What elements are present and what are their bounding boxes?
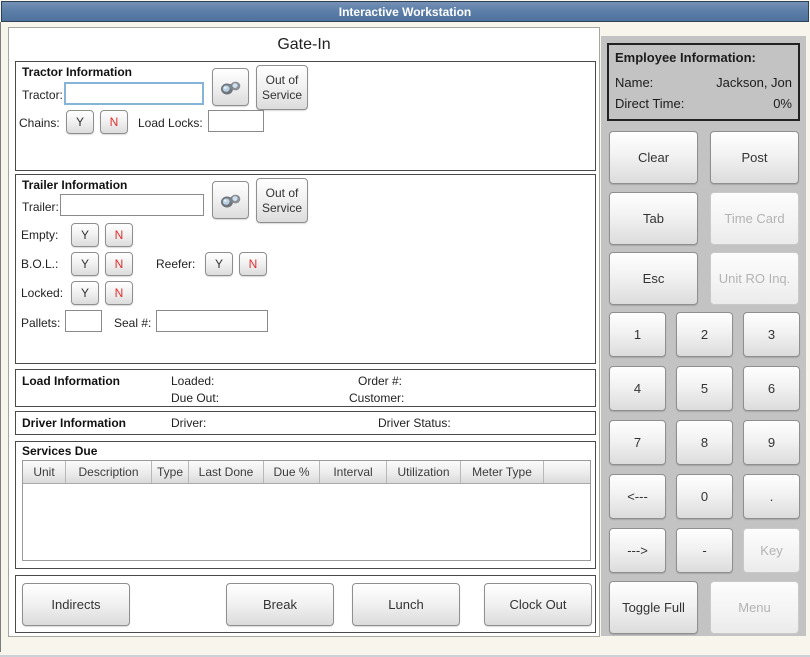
col-header-meter-type[interactable]: Meter Type	[461, 461, 544, 483]
toggle-full-button[interactable]: Toggle Full	[609, 581, 698, 634]
reefer-label: Reefer:	[156, 257, 195, 271]
num-0-button[interactable]: 0	[676, 474, 733, 519]
empty-label: Empty:	[21, 228, 58, 242]
num-4-button[interactable]: 4	[609, 366, 666, 411]
pallets-input[interactable]	[65, 310, 102, 332]
minus-button[interactable]: -	[676, 528, 733, 573]
chains-label: Chains:	[19, 116, 60, 130]
driver-info-section: Driver Information Driver: Driver Status…	[15, 411, 596, 435]
chains-yes-button[interactable]: Y	[66, 110, 94, 134]
num-7-button[interactable]: 7	[609, 420, 666, 465]
time-card-button: Time Card	[710, 192, 799, 245]
num-3-button[interactable]: 3	[743, 312, 800, 357]
bol-label: B.O.L.:	[21, 257, 58, 271]
trailer-search-button[interactable]	[212, 181, 249, 219]
title-bar: Interactive Workstation	[1, 1, 809, 22]
reefer-yes-button[interactable]: Y	[205, 252, 233, 276]
reefer-no-button[interactable]: N	[239, 252, 267, 276]
employee-name-label: Name:	[615, 75, 653, 90]
trailer-section-title: Trailer Information	[22, 178, 127, 192]
employee-name-value: Jackson, Jon	[716, 75, 792, 90]
col-header-unit[interactable]: Unit	[23, 461, 66, 483]
num-6-button[interactable]: 6	[743, 366, 800, 411]
col-header-utilization[interactable]: Utilization	[387, 461, 461, 483]
tractor-out-of-service-button[interactable]: Out of Service	[256, 65, 308, 110]
tractor-input[interactable]	[64, 82, 204, 105]
page-title: Gate-In	[9, 36, 599, 54]
decimal-button[interactable]: .	[743, 474, 800, 519]
col-header-filler	[544, 461, 590, 483]
order-label: Order #:	[358, 374, 402, 388]
services-table-header: Unit Description Type Last Done Due % In…	[23, 461, 590, 484]
direct-time-value: 0%	[773, 96, 792, 111]
backspace-button[interactable]: <---	[609, 474, 666, 519]
binoculars-icon	[219, 77, 243, 97]
col-header-description[interactable]: Description	[66, 461, 152, 483]
break-button[interactable]: Break	[226, 583, 334, 626]
seal-label: Seal #:	[114, 316, 151, 330]
trailer-section: Trailer Information Trailer: Out of Serv…	[15, 174, 596, 364]
employee-info-title: Employee Information:	[615, 50, 756, 65]
seal-input[interactable]	[156, 310, 268, 332]
customer-label: Customer:	[349, 391, 404, 405]
num-2-button[interactable]: 2	[676, 312, 733, 357]
col-header-due-pct[interactable]: Due %	[264, 461, 320, 483]
locked-no-button[interactable]: N	[105, 281, 133, 305]
load-locks-input[interactable]	[208, 110, 264, 132]
services-table-body	[23, 484, 590, 560]
chains-no-button[interactable]: N	[100, 110, 128, 134]
employee-info-box: Employee Information: Name: Jackson, Jon…	[607, 43, 800, 121]
locked-label: Locked:	[21, 286, 63, 300]
driver-label: Driver:	[171, 416, 206, 430]
col-header-interval[interactable]: Interval	[320, 461, 387, 483]
pallets-label: Pallets:	[21, 316, 60, 330]
trailer-input[interactable]	[60, 194, 204, 216]
num-5-button[interactable]: 5	[676, 366, 733, 411]
loaded-label: Loaded:	[171, 374, 214, 388]
tractor-section-title: Tractor Information	[22, 65, 132, 79]
tractor-search-button[interactable]	[212, 68, 249, 106]
menu-button: Menu	[710, 581, 799, 634]
indirects-button[interactable]: Indirects	[22, 583, 130, 626]
bol-yes-button[interactable]: Y	[71, 252, 99, 276]
load-locks-label: Load Locks:	[138, 116, 203, 130]
tractor-label: Tractor:	[22, 88, 63, 102]
num-8-button[interactable]: 8	[676, 420, 733, 465]
lunch-button[interactable]: Lunch	[352, 583, 460, 626]
trailer-out-of-service-button[interactable]: Out of Service	[256, 178, 308, 223]
window-title: Interactive Workstation	[339, 5, 471, 19]
load-info-title: Load Information	[22, 374, 120, 388]
binoculars-icon	[219, 190, 243, 210]
esc-button[interactable]: Esc	[609, 252, 698, 305]
empty-no-button[interactable]: N	[105, 223, 133, 247]
keypad-panel: Employee Information: Name: Jackson, Jon…	[601, 36, 806, 636]
window-left-border	[0, 22, 1, 652]
col-header-last-done[interactable]: Last Done	[189, 461, 264, 483]
load-info-section: Load Information Loaded: Order #: Due Ou…	[15, 369, 596, 407]
clear-button[interactable]: Clear	[609, 131, 698, 184]
direct-time-label: Direct Time:	[615, 96, 684, 111]
unit-ro-inq-button: Unit RO Inq.	[710, 252, 799, 305]
bottom-actions-bar: Indirects Break Lunch Clock Out	[15, 575, 596, 633]
post-button[interactable]: Post	[710, 131, 799, 184]
services-due-table: Unit Description Type Last Done Due % In…	[22, 460, 591, 561]
empty-yes-button[interactable]: Y	[71, 223, 99, 247]
num-1-button[interactable]: 1	[609, 312, 666, 357]
num-9-button[interactable]: 9	[743, 420, 800, 465]
locked-yes-button[interactable]: Y	[71, 281, 99, 305]
services-due-section: Services Due Unit Description Type Last …	[15, 441, 596, 569]
forward-button[interactable]: --->	[609, 528, 666, 573]
col-header-type[interactable]: Type	[152, 461, 189, 483]
driver-info-title: Driver Information	[22, 416, 126, 430]
tractor-section: Tractor Information Tractor: Out of Serv…	[15, 61, 596, 171]
bol-no-button[interactable]: N	[105, 252, 133, 276]
trailer-label: Trailer:	[22, 200, 59, 214]
main-panel: Gate-In Tractor Information Tractor: Out…	[8, 27, 600, 637]
services-due-title: Services Due	[22, 444, 97, 458]
clock-out-button[interactable]: Clock Out	[484, 583, 592, 626]
due-out-label: Due Out:	[171, 391, 219, 405]
tab-button[interactable]: Tab	[609, 192, 698, 245]
key-button: Key	[743, 528, 800, 573]
driver-status-label: Driver Status:	[378, 416, 451, 430]
